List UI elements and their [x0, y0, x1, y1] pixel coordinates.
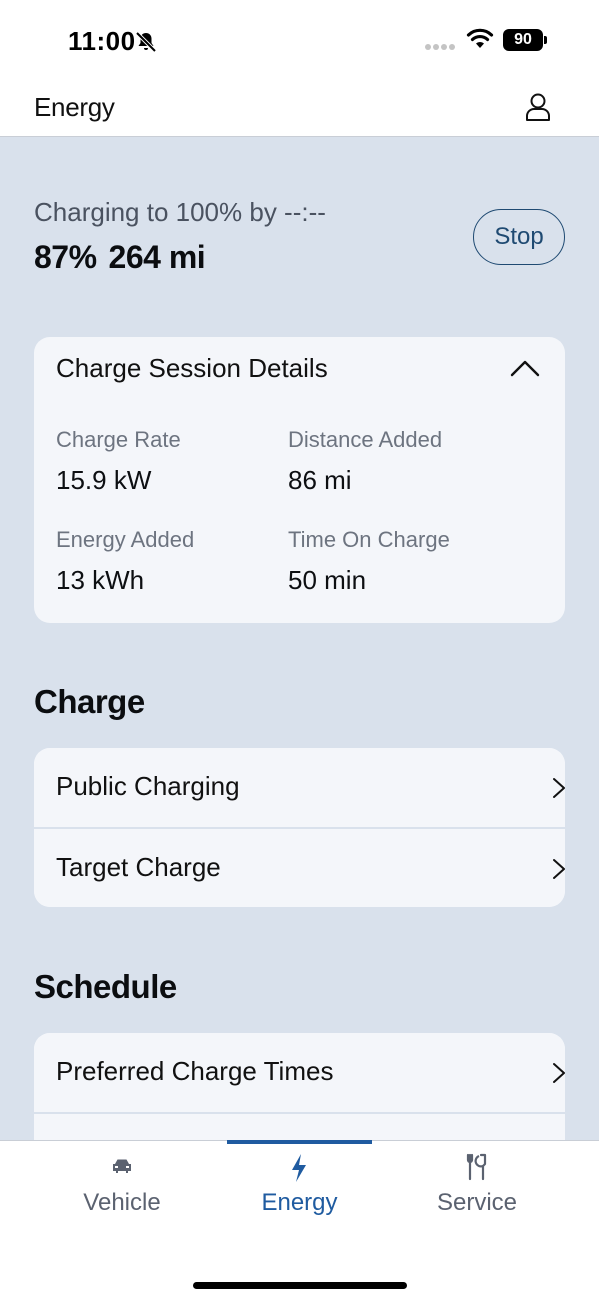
charge-stats: 87% 264 mi [34, 239, 206, 276]
battery-icon: 90 [503, 29, 547, 51]
row-label: Preferred Charge Times [56, 1056, 334, 1086]
chevron-right-icon [553, 859, 565, 879]
charge-session-card: Charge Session Details Charge Rate 15.9 … [34, 337, 565, 623]
range-value: 264 mi [108, 239, 206, 275]
list-item-target-charge[interactable]: Target Charge [34, 829, 565, 907]
active-tab-indicator [227, 1140, 372, 1144]
list-item-preferred-charge-times[interactable]: Preferred Charge Times [34, 1033, 565, 1112]
tab-label: Vehicle [83, 1189, 161, 1216]
detail-charge-rate: Charge Rate 15.9 kW [56, 427, 181, 496]
energy-content[interactable]: Charging to 100% by --:-- 87% 264 mi Stop… [0, 137, 599, 1140]
tab-energy[interactable]: Energy [227, 1140, 372, 1251]
chevron-right-icon [553, 778, 565, 798]
detail-label: Energy Added [56, 527, 195, 552]
row-label: Public Charging [56, 771, 240, 801]
charge-section-heading: Charge [34, 683, 145, 720]
list-item-public-charging[interactable]: Public Charging [34, 748, 565, 827]
detail-time-on-charge: Time On Charge 50 min [288, 527, 450, 596]
detail-value: 15.9 kW [56, 465, 152, 495]
status-bar: 11:00 90 [0, 0, 599, 80]
person-icon[interactable] [525, 92, 551, 122]
chevron-right-icon [553, 1063, 565, 1083]
row-label: Target Charge [56, 852, 221, 882]
tools-icon [466, 1153, 487, 1181]
tab-vehicle[interactable]: Vehicle [48, 1141, 196, 1251]
charge-options-list: Public Charging Target Charge [34, 748, 565, 907]
app-header: Energy [0, 80, 599, 137]
detail-value: 86 mi [288, 465, 352, 495]
detail-distance-added: Distance Added 86 mi [288, 427, 442, 496]
detail-energy-added: Energy Added 13 kWh [56, 527, 194, 596]
wifi-icon [466, 28, 494, 48]
chevron-up-icon[interactable] [510, 359, 540, 377]
charging-status-text: Charging to 100% by --:-- [34, 197, 326, 227]
battery-level: 90 [503, 29, 543, 51]
signal-icon [425, 44, 455, 50]
page-title: Energy [34, 92, 115, 122]
list-item-partial[interactable] [34, 1114, 565, 1140]
bell-slash-icon [135, 31, 157, 53]
tab-bar: Vehicle Energy Service [0, 1140, 599, 1300]
schedule-section-heading: Schedule [34, 968, 177, 1005]
detail-label: Time On Charge [288, 527, 450, 552]
car-icon [113, 1159, 131, 1173]
detail-value: 50 min [288, 565, 367, 595]
home-indicator[interactable] [193, 1282, 407, 1289]
battery-nub [544, 36, 547, 44]
stop-charging-button[interactable]: Stop [473, 209, 565, 265]
tab-label: Service [436, 1189, 518, 1216]
tab-label: Energy [261, 1189, 338, 1216]
tab-service[interactable]: Service [404, 1141, 550, 1251]
schedule-options-list: Preferred Charge Times [34, 1033, 565, 1140]
detail-label: Charge Rate [56, 427, 181, 452]
lightning-bolt-icon [292, 1154, 306, 1182]
session-title[interactable]: Charge Session Details [56, 353, 328, 384]
detail-label: Distance Added [288, 427, 443, 452]
detail-value: 13 kWh [56, 565, 145, 595]
charge-percent: 87% [34, 239, 97, 275]
status-time: 11:00 [68, 26, 136, 56]
